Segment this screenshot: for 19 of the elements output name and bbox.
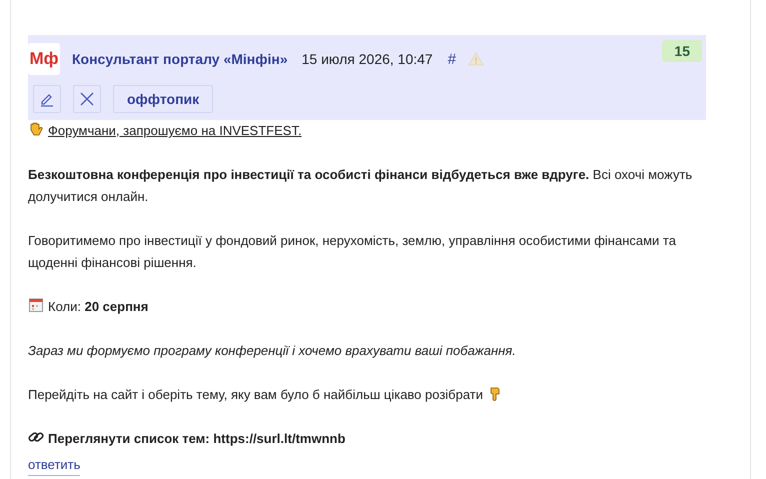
- paragraph-text: Зараз ми формуємо програму конференції і хочемо врахувати ваші побажання.: [28, 343, 516, 358]
- edit-button[interactable]: [33, 85, 61, 113]
- paragraph-text: Коли: 20 серпня: [48, 299, 148, 314]
- offtopic-button[interactable]: оффтопик: [113, 85, 214, 113]
- topics-link-text: Переглянути список тем: https://surl.lt/tmwnnb: [48, 431, 346, 446]
- author-logo: Мф: [28, 43, 60, 75]
- reply-link[interactable]: ответить: [28, 455, 80, 476]
- score-badge: 15: [662, 40, 702, 62]
- anchor-link[interactable]: #: [448, 50, 456, 68]
- close-icon: [79, 91, 95, 107]
- paragraph-text: Перейдіть на сайт і оберіть тему, яку вам було б найбільш цікаво розібрати: [28, 387, 484, 402]
- close-button[interactable]: [73, 85, 101, 113]
- post-date: 15 июля 2026, 10:47: [302, 51, 433, 67]
- calendar-icon: [28, 297, 44, 313]
- forum-link[interactable]: Форумчани, запрошуємо на INVESTFEST.: [48, 123, 302, 138]
- paragraph-text: Говоритимемо про інвестиції у фондовий ринок, нерухомість, землю, управління особистими фінансами та щоденні фінансові рішення.: [28, 233, 676, 270]
- paragraph-text: Безкоштовна конференція про інвестиції та особисті фінанси відбудеться вже вдруге. Всі охочі можуть долучитися онлайн.: [28, 167, 692, 204]
- author-link[interactable]: Консультант порталу «Мінфін»: [72, 51, 288, 67]
- hand-icon: [28, 121, 44, 137]
